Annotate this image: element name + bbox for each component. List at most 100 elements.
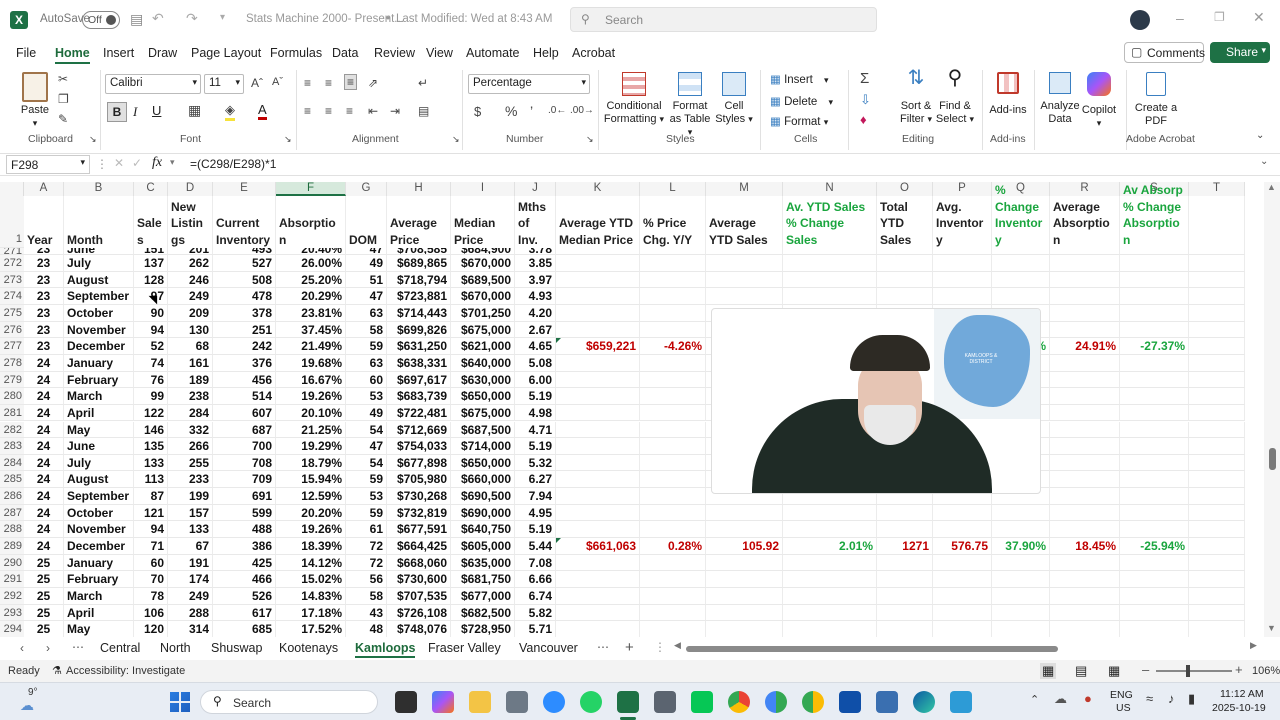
zoom-slider[interactable] xyxy=(1156,665,1232,677)
cell-f[interactable]: 12.59% xyxy=(276,488,346,505)
cell-g[interactable]: 72 xyxy=(346,554,387,572)
cell-j[interactable]: 6.74 xyxy=(515,588,556,605)
align-center-icon[interactable]: ≡ xyxy=(325,104,332,118)
cell-c[interactable]: 76 xyxy=(134,371,168,389)
cell-t[interactable] xyxy=(1189,288,1245,305)
cell-t[interactable] xyxy=(1189,538,1245,555)
number-format-select[interactable]: Percentage ▾ xyxy=(468,74,590,94)
cell-s[interactable] xyxy=(1120,354,1189,372)
customize-qat-icon[interactable]: ▾ xyxy=(220,12,225,23)
cell-f[interactable]: 14.83% xyxy=(276,588,346,605)
cell-d[interactable]: 238 xyxy=(168,388,213,405)
cell-c[interactable]: 135 xyxy=(134,438,168,455)
cell-e[interactable]: 700 xyxy=(213,438,276,455)
file-explorer-icon[interactable] xyxy=(469,691,491,713)
edge-icon[interactable] xyxy=(913,691,935,713)
cell-j[interactable]: 5.19 xyxy=(515,521,556,539)
cell-l[interactable] xyxy=(640,588,706,605)
cell-m[interactable] xyxy=(706,521,783,539)
row-header[interactable]: 286 xyxy=(0,488,24,505)
cell-m[interactable] xyxy=(706,621,783,637)
tab-page-layout[interactable]: Page Layout xyxy=(191,46,261,60)
cell-q[interactable] xyxy=(992,504,1050,522)
cell-t[interactable] xyxy=(1189,504,1245,522)
cell-f[interactable]: 18.79% xyxy=(276,454,346,472)
cell-t[interactable] xyxy=(1189,488,1245,505)
cell-d[interactable]: 332 xyxy=(168,421,213,439)
cell-e[interactable]: 488 xyxy=(213,521,276,539)
collapse-ribbon-icon[interactable]: ⌄ xyxy=(1256,130,1264,141)
cell-r[interactable] xyxy=(1050,304,1120,322)
cell-b[interactable]: July xyxy=(64,454,134,472)
header-cell-c[interactable]: Sales xyxy=(134,196,168,248)
cell-d[interactable]: 266 xyxy=(168,438,213,455)
select-all-corner[interactable] xyxy=(0,182,24,196)
cell-d[interactable]: 133 xyxy=(168,521,213,539)
horizontal-scroll-thumb[interactable] xyxy=(686,646,1058,652)
cell-l[interactable] xyxy=(640,554,706,572)
row-header[interactable]: 291 xyxy=(0,571,24,588)
cell-m[interactable] xyxy=(706,571,783,588)
cell-j[interactable]: 3.97 xyxy=(515,271,556,289)
minimize-icon[interactable]: – xyxy=(1176,10,1184,26)
cell-k[interactable] xyxy=(556,388,640,405)
column-header-a[interactable]: A xyxy=(24,182,64,196)
name-box[interactable]: F298 ▾ xyxy=(6,155,90,174)
search-box[interactable]: ⚲ Search xyxy=(570,7,877,32)
cell-l[interactable] xyxy=(640,371,706,389)
network-app-icon[interactable] xyxy=(950,691,972,713)
cell-a[interactable]: 24 xyxy=(24,354,64,372)
cell-i[interactable]: $675,000 xyxy=(451,321,515,339)
cell-c[interactable]: 113 xyxy=(134,471,168,489)
cell-a[interactable]: 24 xyxy=(24,538,64,555)
cell-b[interactable]: May xyxy=(64,421,134,439)
cell-n[interactable] xyxy=(783,588,877,605)
cell-l[interactable] xyxy=(640,621,706,637)
cell-c[interactable]: 146 xyxy=(134,421,168,439)
increase-font-icon[interactable]: Aˆ xyxy=(251,76,263,90)
cell-t[interactable] xyxy=(1189,271,1245,289)
normal-view-icon[interactable]: ▦ xyxy=(1040,663,1057,679)
autosave-toggle[interactable]: Off xyxy=(82,11,120,29)
cell-j[interactable]: 6.00 xyxy=(515,371,556,389)
row-header[interactable]: 278 xyxy=(0,354,24,372)
align-bottom-icon[interactable]: ≡ xyxy=(344,74,358,90)
row-header[interactable]: 273 xyxy=(0,271,24,289)
cell-h[interactable]: $664,425 xyxy=(387,538,451,555)
cell-h[interactable]: $748,076 xyxy=(387,621,451,637)
row-header[interactable]: 272 xyxy=(0,255,24,272)
cell-t[interactable] xyxy=(1189,438,1245,455)
cut-icon[interactable]: ✂ xyxy=(58,72,68,86)
cell-e[interactable]: 599 xyxy=(213,504,276,522)
cell-d[interactable]: 174 xyxy=(168,571,213,588)
cell-k[interactable] xyxy=(556,304,640,322)
copy-icon[interactable]: ❐ xyxy=(58,92,69,106)
cell-c[interactable]: 120 xyxy=(134,621,168,637)
row-header[interactable]: 288 xyxy=(0,521,24,539)
cell-l[interactable] xyxy=(640,321,706,339)
cell-a[interactable]: 23 xyxy=(24,248,64,255)
cell-o[interactable] xyxy=(877,271,933,289)
cell-r[interactable] xyxy=(1050,454,1120,472)
cell-f[interactable]: 14.12% xyxy=(276,554,346,572)
cell-i[interactable]: $682,500 xyxy=(451,604,515,622)
cell-e[interactable]: 691 xyxy=(213,488,276,505)
sheet-tab-north[interactable]: North xyxy=(160,641,191,655)
cell-a[interactable]: 24 xyxy=(24,371,64,389)
cell-c[interactable]: 121 xyxy=(134,504,168,522)
column-header-e[interactable]: E xyxy=(213,182,276,196)
cell-g[interactable]: 72 xyxy=(346,538,387,555)
cell-j[interactable]: 4.71 xyxy=(515,421,556,439)
column-header-n[interactable]: N xyxy=(783,182,877,196)
cell-o[interactable] xyxy=(877,554,933,572)
cell-i[interactable]: $670,000 xyxy=(451,255,515,272)
wifi-icon[interactable]: ≈ xyxy=(1146,691,1153,706)
cell-c[interactable]: 78 xyxy=(134,588,168,605)
copilot-app-icon[interactable] xyxy=(432,691,454,713)
cell-l[interactable] xyxy=(640,471,706,489)
cell-g[interactable]: 63 xyxy=(346,304,387,322)
cell-d[interactable]: 191 xyxy=(168,554,213,572)
cell-h[interactable]: $726,108 xyxy=(387,604,451,622)
header-cell-m[interactable]: Average YTD Sales xyxy=(706,196,783,248)
cell-i[interactable]: $605,000 xyxy=(451,538,515,555)
